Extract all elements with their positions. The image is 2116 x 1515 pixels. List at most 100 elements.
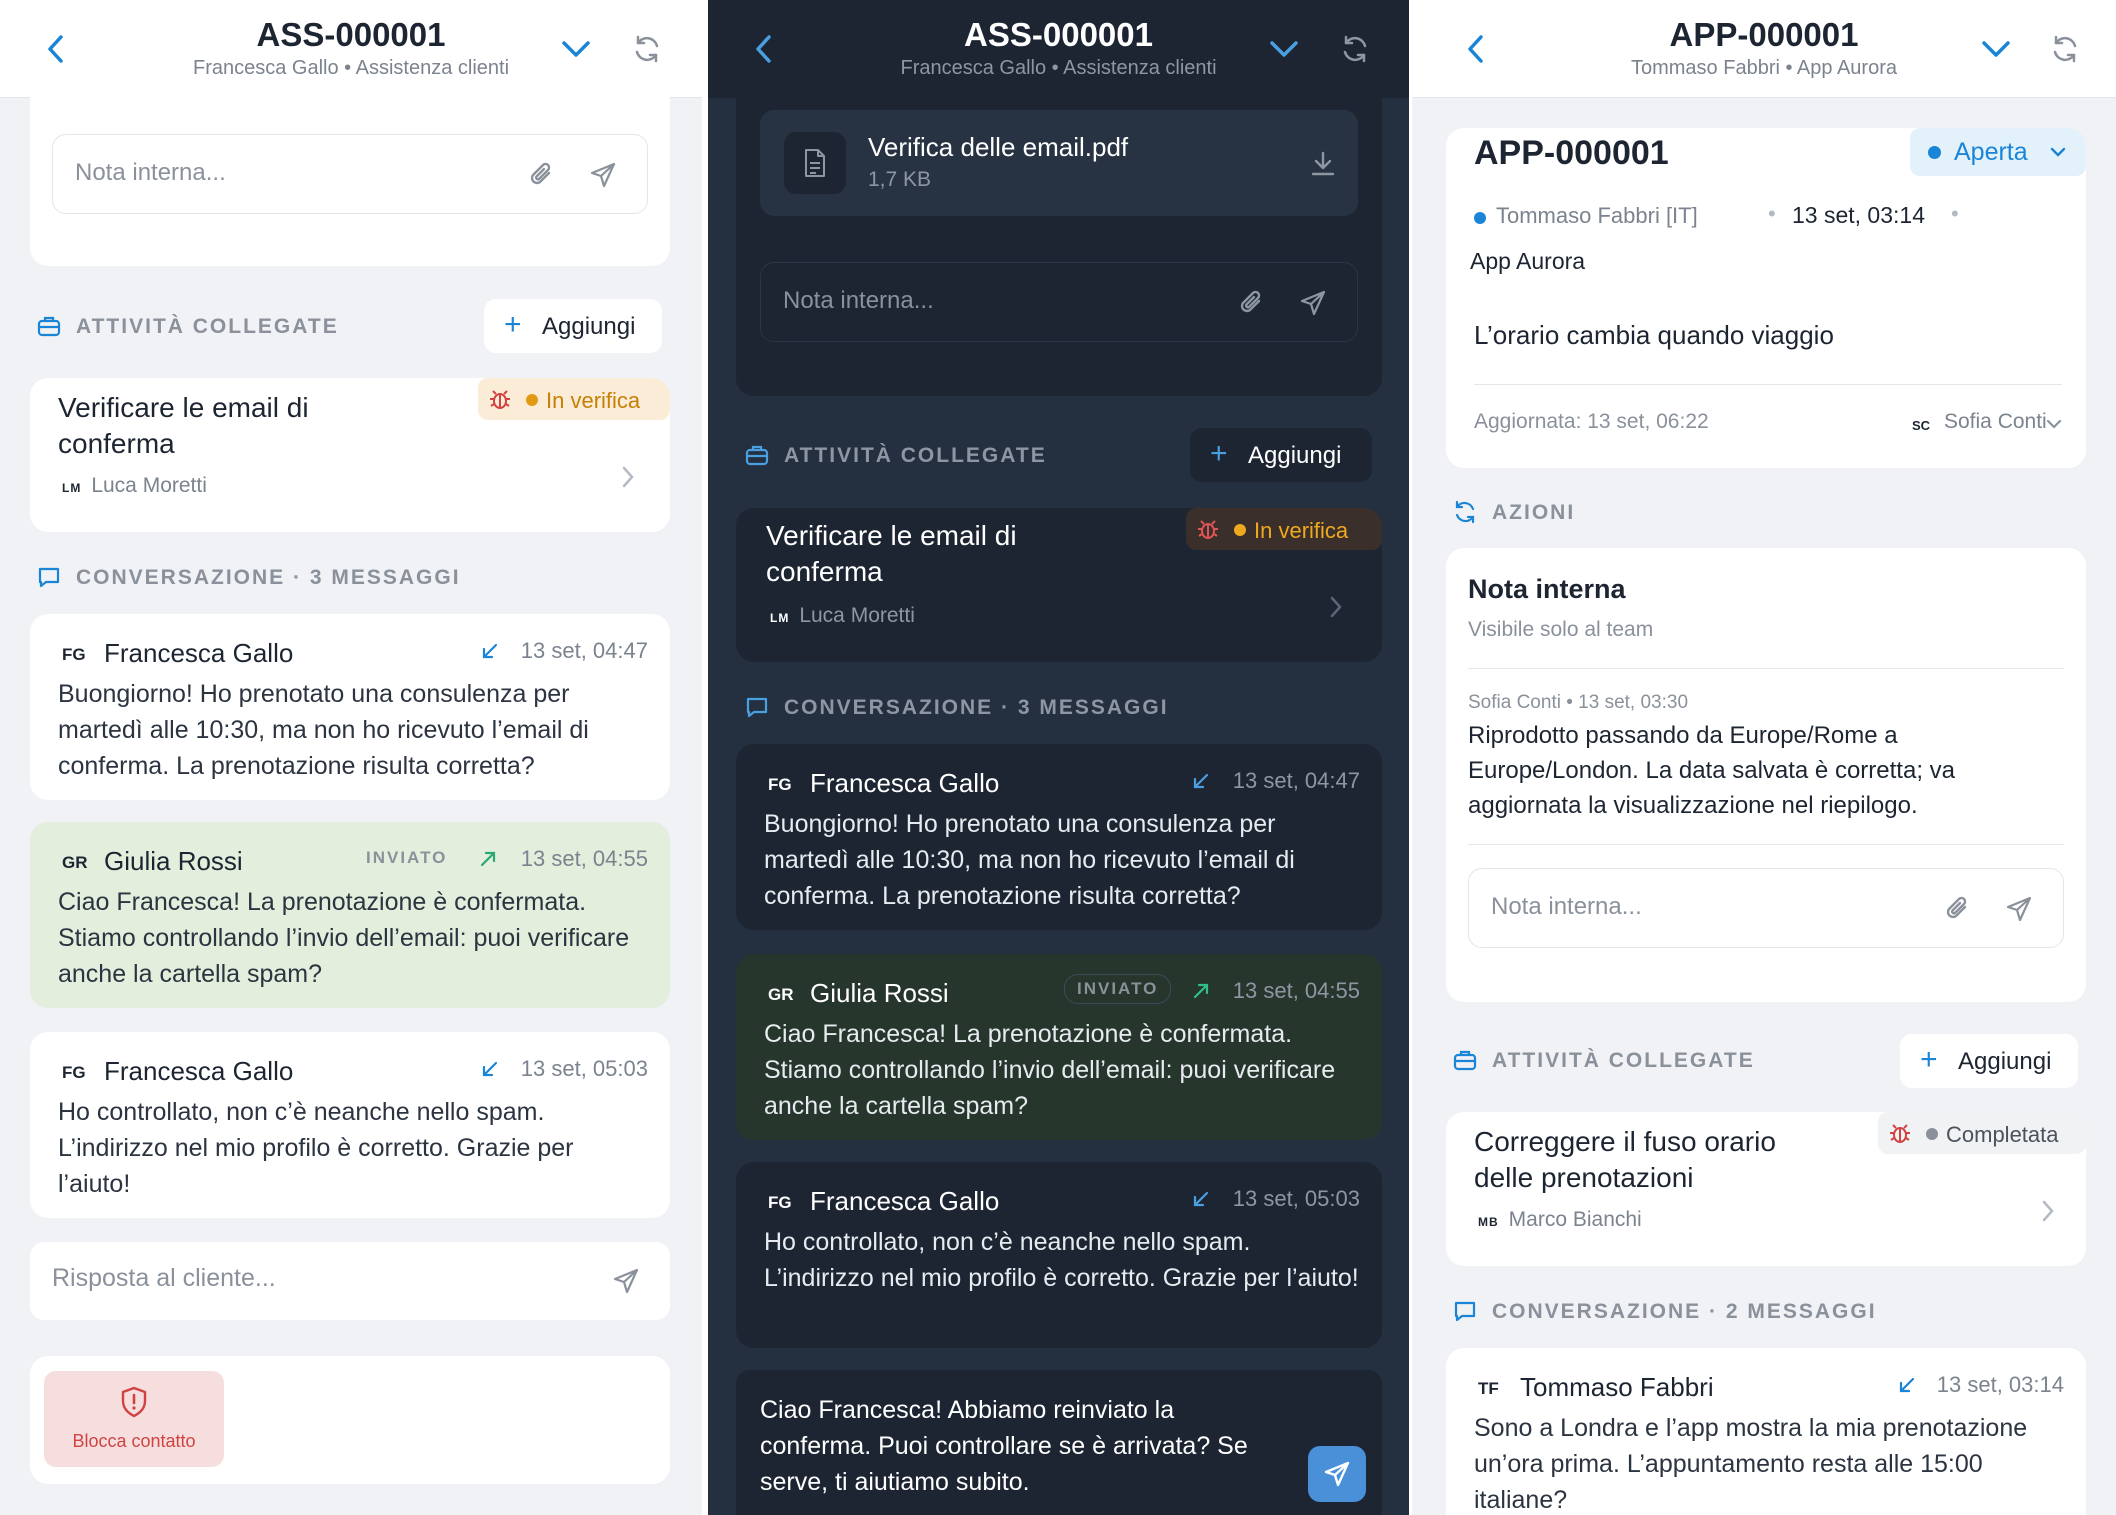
avatar: FG	[62, 645, 86, 664]
message-item: FG Francesca Gallo 13 set, 04:47 Buongio…	[30, 614, 670, 800]
message-time: 13 set, 05:03	[520, 1056, 648, 1081]
file-icon-box	[784, 132, 846, 194]
sender-name: Giulia Rossi	[104, 846, 243, 876]
internal-note-input[interactable]: Nota interna...	[760, 262, 1358, 342]
contact-actions-card: Blocca contatto	[30, 1356, 670, 1484]
message-time: 13 set, 04:47	[520, 638, 648, 663]
task-card[interactable]: Correggere il fuso orario delle prenotaz…	[1446, 1112, 2086, 1266]
add-activity-button[interactable]: + Aggiungi	[1190, 428, 1372, 482]
outgoing-arrow-icon	[480, 851, 496, 867]
refresh-icon[interactable]	[632, 34, 662, 64]
message-body: Buongiorno! Ho prenotato una consulenza …	[58, 680, 589, 780]
avatar: GR	[768, 985, 794, 1004]
header: APP-000001 Tommaso Fabbri • App Aurora	[1412, 0, 2116, 98]
sent-badge: INVIATO	[1064, 974, 1172, 1004]
status-label: In verifica	[1254, 518, 1349, 543]
send-icon[interactable]	[589, 161, 617, 189]
assignee-name: Luca Moretti	[799, 604, 915, 627]
refresh-icon[interactable]	[2050, 34, 2080, 64]
section-label: AZIONI	[1492, 501, 1576, 524]
page-title: ASS-000001	[964, 16, 1153, 53]
divider	[1474, 384, 2062, 385]
paperclip-icon[interactable]	[529, 160, 555, 190]
add-activity-button[interactable]: + Aggiungi	[1900, 1034, 2078, 1088]
note-meta: Sofia Conti • 13 set, 03:30	[1468, 692, 1689, 713]
header: ASS-000001 Francesca Gallo • Assistenza …	[708, 0, 1409, 98]
ticket-summary-card: APP-000001 Aperta Tommaso Fabbri [IT] • …	[1446, 128, 2086, 468]
add-label: Aggiungi	[1248, 442, 1342, 469]
assigned-agent[interactable]: Sofia Conti	[1944, 410, 2047, 434]
status-dropdown[interactable]: Aperta	[1910, 128, 2086, 176]
refresh-icon[interactable]	[1340, 34, 1370, 64]
send-button[interactable]	[1308, 1446, 1366, 1502]
status-label: Completata	[1946, 1122, 2059, 1147]
send-icon[interactable]	[1299, 289, 1327, 317]
avatar: FG	[62, 1063, 86, 1082]
page-title: ASS-000001	[256, 16, 446, 53]
download-icon[interactable]	[1310, 150, 1336, 178]
chevron-down-icon[interactable]	[1267, 36, 1301, 62]
note-card: Nota interna...	[30, 96, 670, 266]
block-contact-button[interactable]: Blocca contatto	[44, 1371, 224, 1467]
ticket-panel-app: APP-000001 Tommaso Fabbri • App Aurora A…	[1412, 0, 2116, 1515]
attachment-item[interactable]: Verifica delle email.pdf 1,7 KB	[760, 110, 1358, 216]
status-label: Aperta	[1954, 138, 2028, 166]
section-label: ATTIVITÀ COLLEGATE	[784, 444, 1047, 467]
note-card: Verifica delle email.pdf 1,7 KB Nota int…	[736, 98, 1382, 396]
task-card[interactable]: Verificare le email di conferma In verif…	[30, 378, 670, 532]
status-badge: In verifica	[478, 378, 670, 420]
paperclip-icon[interactable]	[1945, 894, 1971, 924]
chat-icon	[38, 567, 60, 588]
message-item: GR Giulia Rossi INVIATO 13 set, 04:55 Ci…	[30, 822, 670, 1008]
avatar: FG	[768, 775, 792, 794]
plus-icon: +	[504, 308, 522, 341]
incoming-arrow-icon	[1899, 1377, 1915, 1393]
add-label: Aggiungi	[1958, 1048, 2052, 1075]
message-body: Ciao Francesca! La prenotazione è confer…	[764, 1020, 1336, 1120]
incoming-arrow-icon	[482, 1061, 498, 1077]
incoming-arrow-icon	[1193, 773, 1209, 789]
document-icon	[805, 149, 825, 177]
task-title: Correggere il fuso orario delle prenotaz…	[1474, 1126, 1776, 1193]
reply-composer[interactable]: Ciao Francesca! Abbiamo reinviato la con…	[736, 1370, 1382, 1515]
requester: Tommaso Fabbri [IT]	[1496, 203, 1698, 228]
chevron-down-icon[interactable]	[2046, 418, 2062, 430]
ticket-date: 13 set, 03:14	[1792, 202, 1925, 228]
status-badge: In verifica	[1186, 508, 1382, 550]
message-time: 13 set, 04:55	[520, 846, 648, 871]
plus-icon: +	[1210, 437, 1228, 470]
status-dot	[1928, 146, 1941, 159]
assignee-name: Marco Bianchi	[1508, 1208, 1642, 1231]
paperclip-icon[interactable]	[1239, 288, 1265, 318]
section-label: ATTIVITÀ COLLEGATE	[76, 315, 339, 338]
sender-name: Giulia Rossi	[810, 978, 949, 1008]
message-time: 13 set, 05:03	[1232, 1186, 1360, 1211]
note-body: Riprodotto passando da Europe/Rome a Eur…	[1468, 722, 1955, 819]
message-item: FG Francesca Gallo 13 set, 05:03 Ho cont…	[736, 1162, 1382, 1348]
internal-note-card: Nota interna Visibile solo al team Sofia…	[1446, 548, 2086, 1002]
shield-icon	[121, 1386, 147, 1418]
divider	[1468, 844, 2064, 845]
send-icon[interactable]	[2005, 895, 2033, 923]
chevron-down-icon[interactable]	[559, 36, 593, 62]
outgoing-arrow-icon	[1193, 983, 1209, 999]
chevron-down-icon[interactable]	[1979, 36, 2013, 62]
assignee-name: Luca Moretti	[91, 474, 207, 497]
add-label: Aggiungi	[542, 313, 636, 340]
block-contact-label: Blocca contatto	[72, 1431, 196, 1451]
section-label: CONVERSAZIONE · 3 MESSAGGI	[784, 696, 1169, 719]
internal-note-placeholder: Nota interna...	[783, 287, 934, 314]
internal-note-input[interactable]: Nota interna...	[1468, 868, 2064, 948]
online-dot	[1474, 212, 1486, 224]
updated-time: Aggiornata: 13 set, 06:22	[1474, 410, 1709, 433]
avatar: SC	[1912, 418, 1931, 433]
send-icon[interactable]	[612, 1267, 640, 1295]
assignee: LM Luca Moretti	[770, 604, 915, 628]
internal-note-input[interactable]: Nota interna...	[52, 134, 648, 214]
page-subtitle: Francesca Gallo • Assistenza clienti	[192, 57, 510, 79]
reply-text[interactable]: Ciao Francesca! Abbiamo reinviato la con…	[760, 1392, 1280, 1500]
bug-icon	[490, 390, 510, 409]
add-activity-button[interactable]: + Aggiungi	[484, 299, 662, 353]
task-card[interactable]: Verificare le email di conferma In verif…	[736, 508, 1382, 662]
reply-input[interactable]: Risposta al cliente...	[30, 1242, 670, 1320]
